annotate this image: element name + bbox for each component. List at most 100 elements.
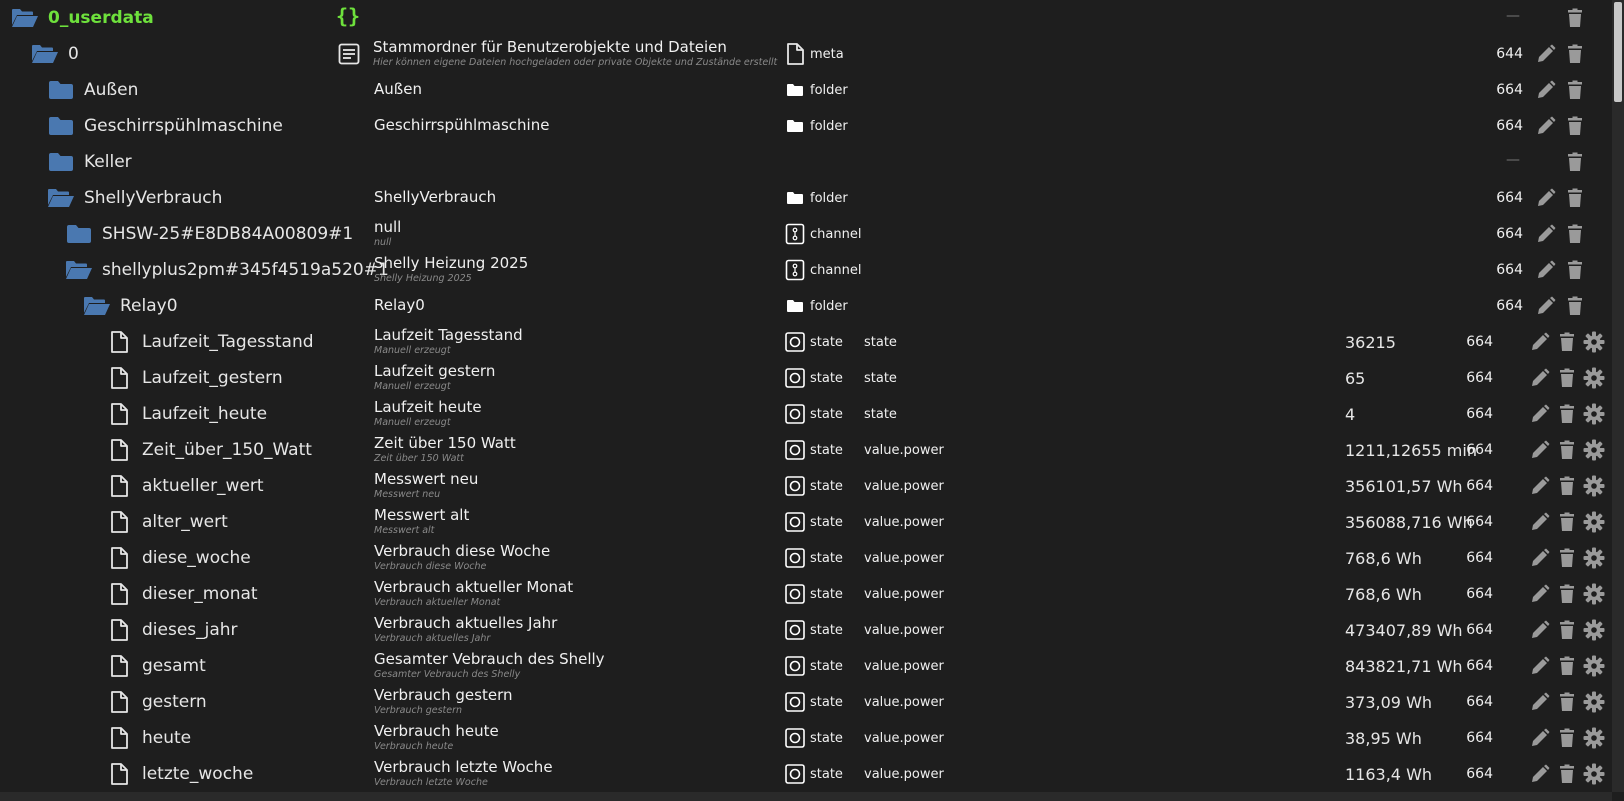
object-name[interactable]: Laufzeit_gestern (104, 360, 283, 396)
file-icon[interactable] (104, 619, 134, 641)
pencil-icon[interactable] (1534, 186, 1558, 210)
file-icon[interactable] (104, 475, 134, 497)
pencil-icon[interactable] (1528, 438, 1552, 462)
trash-icon[interactable] (1555, 726, 1579, 750)
tree-row[interactable]: Laufzeit_Tagesstand Laufzeit Tagesstand Ma… (0, 324, 1612, 360)
folder-open-icon[interactable] (30, 43, 60, 65)
acl-value[interactable]: 644 (1487, 36, 1523, 72)
pencil-icon[interactable] (1534, 294, 1558, 318)
gear-icon[interactable] (1582, 366, 1606, 390)
gear-icon[interactable] (1582, 402, 1606, 426)
state-value[interactable]: 843821,71 Wh (1345, 648, 1463, 684)
tree-row[interactable]: gestern Verbrauch gestern Verbrauch gester… (0, 684, 1612, 720)
object-name[interactable]: gesamt (104, 648, 206, 684)
file-icon[interactable] (104, 583, 134, 605)
object-name[interactable]: shellyplus2pm#345f4519a520#1 (64, 252, 389, 288)
pencil-icon[interactable] (1534, 42, 1558, 66)
pencil-icon[interactable] (1534, 258, 1558, 282)
state-value[interactable]: 65 (1345, 360, 1365, 396)
pencil-icon[interactable] (1528, 402, 1552, 426)
state-value[interactable]: 373,09 Wh (1345, 684, 1432, 720)
tree-row[interactable]: Außen Außen folder 664 (0, 72, 1612, 108)
state-value[interactable]: 36215 (1345, 324, 1396, 360)
acl-value[interactable]: 664 (1457, 648, 1493, 684)
pencil-icon[interactable] (1534, 78, 1558, 102)
trash-icon[interactable] (1555, 618, 1579, 642)
object-name[interactable]: Zeit_über_150_Watt (104, 432, 312, 468)
state-value[interactable]: 38,95 Wh (1345, 720, 1422, 756)
acl-value[interactable]: 664 (1457, 576, 1493, 612)
trash-icon[interactable] (1555, 546, 1579, 570)
tree-row[interactable]: letzte_woche Verbrauch letzte Woche Verbra… (0, 756, 1612, 792)
pencil-icon[interactable] (1528, 762, 1552, 786)
trash-icon[interactable] (1555, 330, 1579, 354)
trash-icon[interactable] (1555, 654, 1579, 678)
gear-icon[interactable] (1582, 438, 1606, 462)
pencil-icon[interactable] (1528, 510, 1552, 534)
folder-icon[interactable] (46, 151, 76, 173)
trash-icon[interactable] (1563, 258, 1587, 282)
acl-value[interactable]: 664 (1487, 288, 1523, 324)
folder-open-icon[interactable] (82, 295, 112, 317)
object-name[interactable]: Laufzeit_Tagesstand (104, 324, 314, 360)
object-name[interactable]: alter_wert (104, 504, 228, 540)
tree-row[interactable]: Laufzeit_heute Laufzeit heute Manuell erze… (0, 396, 1612, 432)
pencil-icon[interactable] (1528, 690, 1552, 714)
object-name[interactable]: aktueller_wert (104, 468, 264, 504)
acl-value[interactable]: 664 (1457, 396, 1493, 432)
acl-value[interactable]: 664 (1457, 468, 1493, 504)
trash-icon[interactable] (1555, 582, 1579, 606)
folder-open-icon[interactable] (10, 7, 40, 29)
trash-icon[interactable] (1563, 114, 1587, 138)
file-icon[interactable] (104, 439, 134, 461)
gear-icon[interactable] (1582, 474, 1606, 498)
tree-row[interactable]: dieses_jahr Verbrauch aktuelles Jahr Verbr… (0, 612, 1612, 648)
folder-icon[interactable] (46, 115, 76, 137)
json-braces-icon[interactable]: {} (336, 4, 360, 28)
gear-icon[interactable] (1582, 510, 1606, 534)
gear-icon[interactable] (1582, 582, 1606, 606)
tree-row[interactable]: Laufzeit_gestern Laufzeit gestern Manuell … (0, 360, 1612, 396)
vertical-scrollbar[interactable] (1612, 0, 1624, 792)
file-icon[interactable] (104, 511, 134, 533)
gear-icon[interactable] (1582, 690, 1606, 714)
pencil-icon[interactable] (1528, 474, 1552, 498)
acl-value[interactable]: 664 (1457, 324, 1493, 360)
tree-row[interactable]: alter_wert Messwert alt Messwert alt state v… (0, 504, 1612, 540)
acl-value[interactable]: 664 (1457, 540, 1493, 576)
pencil-icon[interactable] (1528, 546, 1552, 570)
trash-icon[interactable] (1563, 294, 1587, 318)
trash-icon[interactable] (1555, 438, 1579, 462)
tree-row[interactable]: ShellyVerbrauch ShellyVerbrauch folder 664 (0, 180, 1612, 216)
state-value[interactable]: 768,6 Wh (1345, 540, 1422, 576)
tree-row[interactable]: dieser_monat Verbrauch aktueller Monat Ver… (0, 576, 1612, 612)
object-name[interactable]: Relay0 (82, 288, 178, 324)
trash-icon[interactable] (1555, 510, 1579, 534)
trash-icon[interactable] (1555, 474, 1579, 498)
horizontal-scrollbar[interactable] (0, 792, 1612, 801)
tree-row[interactable]: heute Verbrauch heute Verbrauch heute state… (0, 720, 1612, 756)
gear-icon[interactable] (1582, 330, 1606, 354)
object-name[interactable]: 0_userdata (10, 0, 154, 36)
object-name[interactable]: dieses_jahr (104, 612, 238, 648)
tree-row[interactable]: aktueller_wert Messwert neu Messwert neu st… (0, 468, 1612, 504)
state-value[interactable]: 356101,57 Wh (1345, 468, 1463, 504)
state-value[interactable]: 4 (1345, 396, 1355, 432)
acl-value[interactable]: 664 (1457, 756, 1493, 792)
file-icon[interactable] (104, 367, 134, 389)
trash-icon[interactable] (1555, 366, 1579, 390)
trash-icon[interactable] (1563, 6, 1587, 30)
object-name[interactable]: gestern (104, 684, 207, 720)
tree-row[interactable]: gesamt Gesamter Vebrauch des Shelly Gesamt… (0, 648, 1612, 684)
file-icon[interactable] (104, 691, 134, 713)
acl-value[interactable]: 664 (1487, 72, 1523, 108)
tree-row[interactable]: Geschirrspühlmaschine Geschirrspühlmaschi… (0, 108, 1612, 144)
object-name[interactable]: Außen (46, 72, 138, 108)
acl-value[interactable]: 664 (1487, 252, 1523, 288)
tree-row[interactable]: Relay0 Relay0 folder 664 (0, 288, 1612, 324)
tree-row[interactable]: Zeit_über_150_Watt Zeit über 150 Watt Zeit… (0, 432, 1612, 468)
folder-open-icon[interactable] (64, 259, 94, 281)
trash-icon[interactable] (1555, 762, 1579, 786)
tree-row[interactable]: shellyplus2pm#345f4519a520#1 Shelly Heizu… (0, 252, 1612, 288)
pencil-icon[interactable] (1528, 726, 1552, 750)
